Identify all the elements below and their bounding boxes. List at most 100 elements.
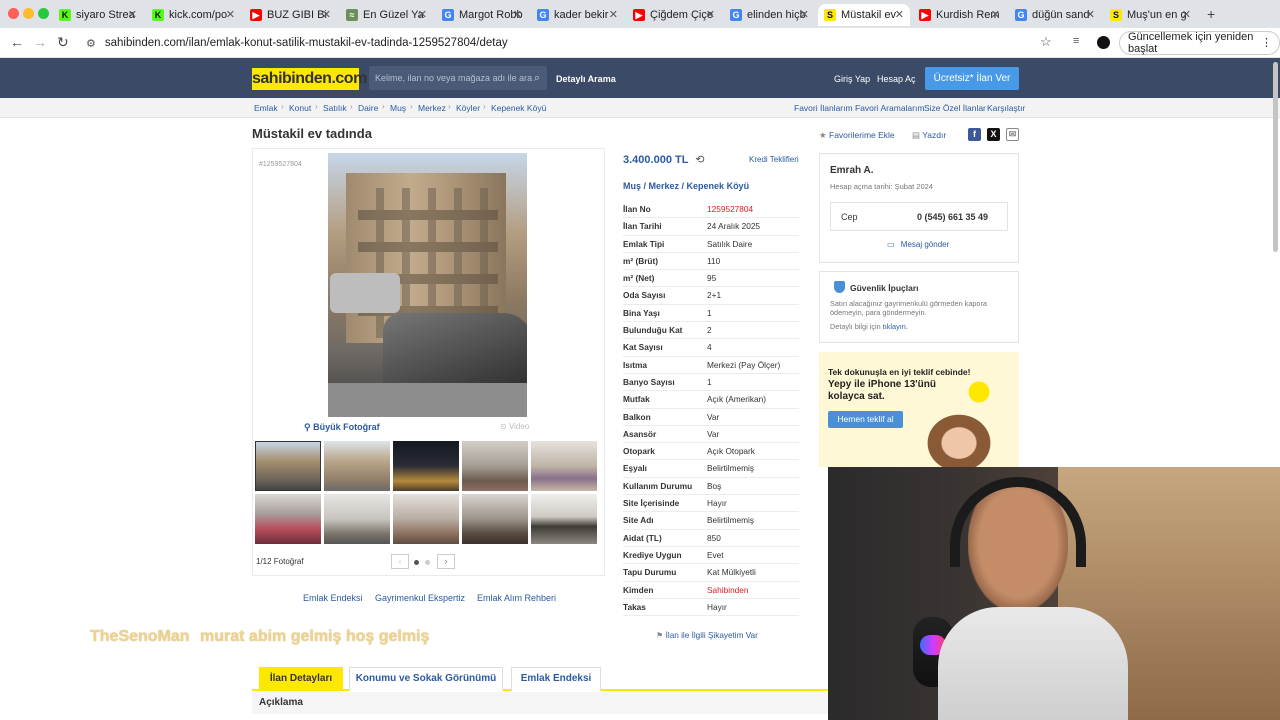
menu-icon[interactable]: ⋮	[1261, 36, 1272, 49]
spec-value[interactable]: Sahibinden	[707, 582, 749, 599]
tab-8[interactable]: Gelinden hiçb ✕	[724, 4, 815, 26]
breadcrumb-item[interactable]: Daire	[358, 103, 378, 113]
tab-listing-details[interactable]: İlan Detayları	[259, 667, 343, 691]
header-shortcut-link[interactable]: Karşılaştır	[987, 103, 1025, 113]
tab-close-icon[interactable]: ✕	[322, 8, 331, 21]
tab-1[interactable]: Ksiyaro Strea ✕	[53, 4, 143, 26]
header-shortcut-link[interactable]: Favori İlanlarım	[794, 103, 853, 113]
reload-icon[interactable]: ↻	[57, 34, 69, 51]
breadcrumb-item[interactable]: Satılık	[323, 103, 347, 113]
back-icon[interactable]: ←	[10, 34, 24, 50]
tab-close-icon[interactable]: ✕	[1086, 8, 1095, 21]
site-settings-icon[interactable]: ⚙	[86, 37, 96, 50]
photo-thumbnail[interactable]	[531, 494, 597, 544]
photo-thumbnail[interactable]	[255, 441, 321, 491]
tab-10[interactable]: ▶ Kurdish Rem ✕	[913, 4, 1006, 26]
tab-close-icon[interactable]: ✕	[226, 8, 235, 21]
facebook-share-icon[interactable]: f	[968, 128, 981, 141]
breadcrumb-item[interactable]: Köyler	[456, 103, 480, 113]
bookmark-star-icon[interactable]: ☆	[1040, 34, 1052, 50]
tab-3[interactable]: ▶ BUZ GIBI Bi ✕	[244, 4, 337, 26]
site-logo[interactable]: sahibinden.com	[252, 68, 367, 90]
tab-close-icon[interactable]: ✕	[1182, 8, 1191, 21]
detailed-search-link[interactable]: Detaylı Arama	[556, 74, 616, 84]
photo-thumbnail[interactable]	[255, 494, 321, 544]
breadcrumb-item[interactable]: Emlak	[254, 103, 278, 113]
x-share-icon[interactable]: X	[987, 128, 1000, 141]
forward-icon[interactable]: →	[33, 34, 47, 50]
scrollbar-thumb[interactable]	[1273, 62, 1278, 252]
photo-thumbnail[interactable]	[324, 441, 390, 491]
tab-6[interactable]: Gkader bekir ✕	[531, 4, 624, 26]
tab-9[interactable]: S Müstakil ev ✕	[818, 4, 910, 26]
update-relaunch-button[interactable]: Güncellemek için yeniden başlat ⋮	[1119, 31, 1280, 55]
price-history-icon[interactable]: ⟲	[695, 154, 704, 166]
page-scrollbar[interactable]	[1271, 58, 1280, 258]
profile-avatar[interactable]	[1097, 36, 1110, 49]
tab-7[interactable]: ▶ Çiğdem Çiçe ✕	[627, 4, 721, 26]
spec-value[interactable]: 1259527804	[707, 201, 753, 218]
tab-real-estate-index[interactable]: Emlak Endeksi	[511, 667, 601, 691]
breadcrumb-item[interactable]: Kepenek Köyü	[491, 103, 546, 113]
photo-thumbnail[interactable]	[393, 441, 459, 491]
seller-name[interactable]: Emrah A.	[830, 165, 874, 176]
address-bar[interactable]: ⚙ sahibinden.com/ilan/emlak-konut-satili…	[80, 31, 1060, 55]
breadcrumb-item[interactable]: Merkez	[418, 103, 446, 113]
tab-close-icon[interactable]: ✕	[609, 8, 618, 21]
expertise-link[interactable]: Gayrimenkul Ekspertiz	[375, 593, 465, 603]
tab-location[interactable]: Konumu ve Sokak Görünümü	[349, 667, 503, 691]
page-dot[interactable]	[425, 560, 430, 565]
tab-close-icon[interactable]: ✕	[800, 8, 809, 21]
print-button[interactable]: ▤ Yazdır	[912, 130, 946, 141]
phone-box[interactable]: Cep 0 (545) 661 35 49	[830, 202, 1008, 231]
promo-cta-button[interactable]: Hemen teklif al	[828, 411, 903, 428]
login-link[interactable]: Giriş Yap	[834, 74, 870, 84]
photo-thumbnail[interactable]	[531, 441, 597, 491]
location-city[interactable]: Muş	[623, 181, 641, 191]
complaint-link[interactable]: ⚑ İlan ile İlgili Şikayetim Var	[656, 630, 758, 640]
tab-2[interactable]: Kkick.com/po ✕	[146, 4, 241, 26]
maximize-window-button[interactable]	[38, 8, 49, 19]
breadcrumb-item[interactable]: Muş	[390, 103, 406, 113]
tab-close-icon[interactable]: ✕	[895, 8, 904, 21]
main-photo[interactable]	[328, 153, 527, 417]
buying-guide-link[interactable]: Emlak Alım Rehberi	[477, 593, 556, 603]
breadcrumb-item[interactable]: Konut	[289, 103, 311, 113]
photo-thumbnail[interactable]	[393, 494, 459, 544]
header-shortcut-link[interactable]: Size Özel İlanlar	[924, 103, 986, 113]
tab-12[interactable]: S Muş'un en g ✕	[1104, 4, 1197, 26]
next-photos-button[interactable]: ›	[437, 554, 455, 569]
location-neighborhood[interactable]: Kepenek Köyü	[687, 181, 750, 191]
media-controls-icon[interactable]: ≡	[1073, 35, 1079, 47]
page-dot-active[interactable]	[414, 560, 419, 565]
safety-more-link[interactable]: tıklayın.	[883, 322, 908, 331]
search-input[interactable]: Kelime, ilan no veya mağaza adı ile ara …	[369, 66, 547, 90]
prev-photos-button[interactable]: ‹	[391, 554, 409, 569]
free-ad-button[interactable]: Ücretsiz* İlan Ver	[925, 67, 1019, 90]
real-estate-index-link[interactable]: Emlak Endeksi	[303, 593, 363, 603]
tab-close-icon[interactable]: ✕	[128, 8, 137, 21]
big-photo-link[interactable]: ⚲ Büyük Fotoğraf	[304, 422, 380, 433]
credit-offers-link[interactable]: Kredi Teklifleri	[749, 155, 799, 164]
tab-5[interactable]: G Margot Robb ✕	[436, 4, 528, 26]
tab-4[interactable]: ≈ En Güzel Ya ✕	[340, 4, 433, 26]
promo-banner[interactable]: Tek dokunuşla en iyi teklif cebinde! Yep…	[819, 352, 1019, 467]
favorite-button[interactable]: ★ Favorilerime Ekle	[819, 130, 895, 141]
search-icon[interactable]: ⌕	[534, 66, 540, 90]
tab-close-icon[interactable]: ✕	[706, 8, 715, 21]
photo-thumbnail[interactable]	[324, 494, 390, 544]
tab-close-icon[interactable]: ✕	[991, 8, 1000, 21]
signup-link[interactable]: Hesap Aç	[877, 74, 916, 84]
header-shortcut-link[interactable]: Favori Aramalarım	[855, 103, 924, 113]
location-district[interactable]: Merkez	[649, 181, 680, 191]
minimize-window-button[interactable]	[23, 8, 34, 19]
tab-11[interactable]: Gdüğün sand ✕	[1009, 4, 1101, 26]
tab-close-icon[interactable]: ✕	[513, 8, 522, 21]
close-window-button[interactable]	[8, 8, 19, 19]
tab-close-icon[interactable]: ✕	[418, 8, 427, 21]
email-share-icon[interactable]: ✉	[1006, 128, 1019, 141]
new-tab-button[interactable]: +	[1207, 6, 1215, 22]
photo-thumbnail[interactable]	[462, 441, 528, 491]
photo-thumbnail[interactable]	[462, 494, 528, 544]
send-message-link[interactable]: ▭ Mesaj gönder	[887, 240, 949, 249]
